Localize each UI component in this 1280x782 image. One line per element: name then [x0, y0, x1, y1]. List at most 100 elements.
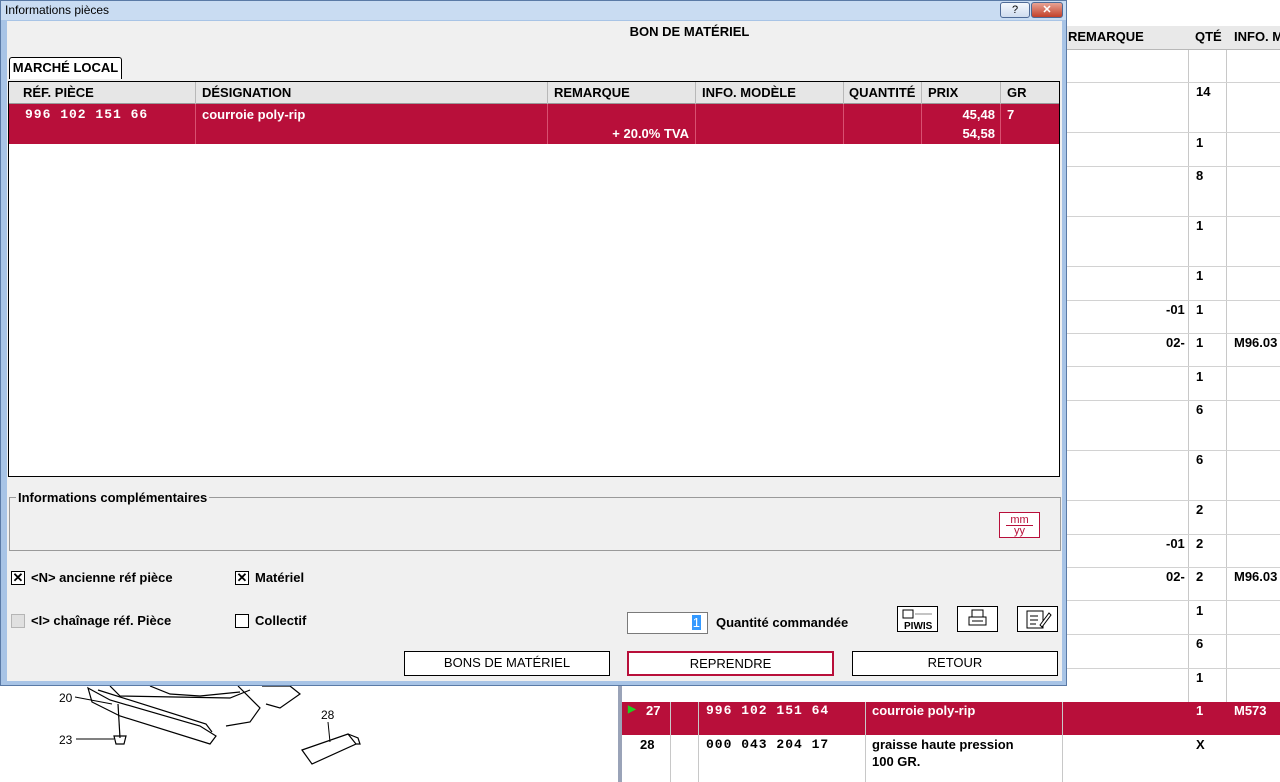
grid-row-selected[interactable]: 996 102 151 66 courroie poly-rip + 20.0%… [9, 104, 1059, 144]
cell-prix-ht: 45,48 [962, 107, 995, 122]
bg-remarque: -01 [1166, 302, 1185, 317]
edit-notes-icon [1026, 610, 1052, 629]
ancienne-ref-checkbox[interactable]: ✕ [11, 571, 25, 585]
col-quantite[interactable]: QUANTITÉ [849, 85, 915, 100]
mmyy-bottom: yy [1014, 525, 1025, 537]
informations-complementaires-group: Informations complémentaires mm yy [9, 490, 1061, 551]
bg-qte: 1 [1196, 302, 1204, 317]
edit-notes-button[interactable] [1017, 606, 1058, 632]
bg-column-divider [1226, 50, 1227, 702]
row-pointer-icon: ▶ [628, 704, 636, 715]
row-divider [843, 104, 844, 144]
bg-row-line [1067, 266, 1280, 267]
row-divider [195, 104, 196, 144]
materiel-label[interactable]: Matériel [255, 570, 304, 585]
bg-row-line [1067, 400, 1280, 401]
bg-column-divider [1188, 50, 1189, 702]
bg-qte: 1 [1196, 335, 1204, 350]
bg-column-divider [865, 702, 866, 782]
bg-qte: 2 [1196, 569, 1204, 584]
print-button[interactable] [957, 606, 998, 632]
bg-column-divider [698, 702, 699, 782]
col-gr[interactable]: GR [1007, 85, 1027, 100]
bg-remarque: 02- [1166, 335, 1185, 350]
col-divider [1000, 82, 1001, 104]
help-button[interactable]: ? [1000, 2, 1030, 18]
col-ref-piece[interactable]: RÉF. PIÈCE [23, 85, 94, 100]
bg-row-qte: 1 [1196, 703, 1204, 718]
title-bar[interactable]: Informations pièces ? ✕ [1, 1, 1066, 20]
collectif-label[interactable]: Collectif [255, 613, 306, 628]
bg-row-line [1067, 366, 1280, 367]
bg-column-divider [670, 702, 671, 782]
col-divider [195, 82, 196, 104]
bg-row-line [1067, 534, 1280, 535]
close-button[interactable]: ✕ [1031, 2, 1063, 18]
callout-20: 20 [59, 691, 73, 705]
bg-row-qte: X [1196, 737, 1205, 752]
bg-row-line [1067, 600, 1280, 601]
bg-qte: 1 [1196, 135, 1204, 150]
bg-qte: 6 [1196, 636, 1204, 651]
bg-row-ref: 000 043 204 17 [706, 737, 830, 752]
piwis-icon: PIWIS [902, 609, 933, 632]
bg-column-divider [1062, 702, 1063, 782]
parts-drawing-icon: 20 23 28 [59, 685, 361, 765]
bg-col-info: INFO. M [1234, 29, 1280, 44]
chainage-checkbox [11, 614, 25, 628]
col-divider [695, 82, 696, 104]
tab-marche-local[interactable]: MARCHÉ LOCAL [9, 57, 122, 79]
window-title: Informations pièces [5, 3, 110, 17]
reprendre-button[interactable]: REPRENDRE [627, 651, 834, 676]
row-divider [547, 104, 548, 144]
bg-row-line [1067, 668, 1280, 669]
bg-qte: 2 [1196, 502, 1204, 517]
bg-row-pos: 27 [646, 703, 661, 718]
bg-col-qte: QTÉ [1195, 29, 1222, 44]
bg-row-line [1067, 300, 1280, 301]
quantity-value: 1 [691, 615, 701, 630]
col-divider [843, 82, 844, 104]
bg-row-line [1067, 634, 1280, 635]
bg-row-line [1067, 82, 1280, 83]
row-divider [695, 104, 696, 144]
bg-qte: 1 [1196, 670, 1204, 685]
bg-qte: 1 [1196, 268, 1204, 283]
bons-de-materiel-button[interactable]: BONS DE MATÉRIEL [404, 651, 610, 676]
materiel-checkbox[interactable]: ✕ [235, 571, 249, 585]
bg-row-pos: 28 [640, 737, 655, 752]
bg-info: M96.03 [1234, 335, 1278, 350]
parts-grid: RÉF. PIÈCE DÉSIGNATION REMARQUE INFO. MO… [8, 81, 1060, 477]
bg-row-line [1067, 450, 1280, 451]
bg-row-line [1067, 166, 1280, 167]
cell-prix-ttc: 54,58 [962, 126, 995, 141]
cell-gr: 7 [1007, 107, 1015, 122]
informations-complementaires-label: Informations complémentaires [16, 490, 210, 505]
bg-col-remarque: REMARQUE [1068, 29, 1144, 44]
exploded-view-illustration: 20 23 28 [0, 685, 618, 782]
date-format-button[interactable]: mm yy [999, 512, 1040, 538]
piwis-button[interactable]: PIWIS [897, 606, 938, 632]
bg-row-designation: courroie poly-rip [872, 703, 976, 718]
bg-row-line [1067, 567, 1280, 568]
callout-23: 23 [59, 733, 73, 747]
col-remarque[interactable]: REMARQUE [554, 85, 630, 100]
cell-designation: courroie poly-rip [202, 107, 306, 122]
printer-icon [968, 609, 987, 626]
retour-button[interactable]: RETOUR [852, 651, 1058, 676]
quantite-commandee-input[interactable]: 1 [627, 612, 708, 634]
bg-row-line [1067, 500, 1280, 501]
ancienne-ref-label[interactable]: <N> ancienne réf pièce [31, 570, 173, 585]
chainage-label: <I> chaînage réf. Pièce [31, 613, 172, 628]
collectif-checkbox[interactable] [235, 614, 249, 628]
col-designation[interactable]: DÉSIGNATION [202, 85, 291, 100]
bg-row-ref: 996 102 151 64 [706, 703, 830, 718]
informations-pieces-dialog: Informations pièces ? ✕ BON DE MATÉRIEL … [0, 0, 1067, 686]
col-divider [921, 82, 922, 104]
dialog-heading: BON DE MATÉRIEL [629, 24, 750, 39]
bg-qte: 8 [1196, 168, 1204, 183]
col-prix[interactable]: PRIX [928, 85, 958, 100]
dialog-client-area: BON DE MATÉRIEL MARCHÉ LOCAL RÉF. PIÈCE … [7, 21, 1062, 681]
bg-row-designation: graisse haute pression [872, 737, 1014, 752]
col-info-modele[interactable]: INFO. MODÈLE [702, 85, 796, 100]
